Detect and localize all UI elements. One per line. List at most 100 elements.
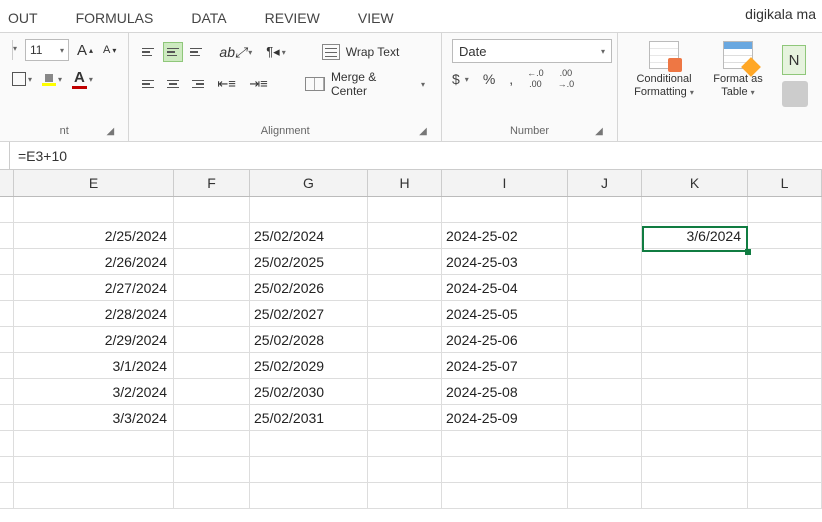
formula-input[interactable]: =E3+10 xyxy=(10,148,75,164)
decrease-decimal-button[interactable]: .00→.0 xyxy=(558,69,575,89)
increase-decimal-button[interactable]: ←.0.00 xyxy=(527,69,544,89)
row-header-cell[interactable] xyxy=(0,327,14,353)
percent-format-button[interactable]: % xyxy=(483,71,495,87)
cell-K[interactable] xyxy=(642,275,748,301)
cell-H[interactable] xyxy=(368,249,442,275)
column-header-J[interactable]: J xyxy=(568,170,642,196)
cell-G[interactable]: 25/02/2025 xyxy=(250,249,368,275)
cell-I[interactable] xyxy=(442,457,568,483)
cell-J[interactable] xyxy=(568,457,642,483)
cell-J[interactable] xyxy=(568,301,642,327)
row-header-cell[interactable] xyxy=(0,405,14,431)
cell-L[interactable] xyxy=(748,405,822,431)
tab-formulas[interactable]: FORMULAS xyxy=(76,10,154,26)
cell-K[interactable] xyxy=(642,353,748,379)
cell-E[interactable]: 3/3/2024 xyxy=(14,405,174,431)
column-header-E[interactable]: E xyxy=(14,170,174,196)
font-name-dropdown-edge[interactable]: ▾ xyxy=(12,40,17,60)
row-header-cell[interactable] xyxy=(0,379,14,405)
cell-F[interactable] xyxy=(174,353,250,379)
align-top-button[interactable] xyxy=(139,42,159,62)
tab-data[interactable]: DATA xyxy=(191,10,226,26)
align-right-button[interactable] xyxy=(187,74,207,94)
cell-E[interactable] xyxy=(14,431,174,457)
cell-I[interactable]: 2024-25-03 xyxy=(442,249,568,275)
cell-J[interactable] xyxy=(568,249,642,275)
cell-F[interactable] xyxy=(174,275,250,301)
row-header-cell[interactable] xyxy=(0,197,14,223)
cell-K[interactable] xyxy=(642,483,748,509)
column-header-G[interactable]: G xyxy=(250,170,368,196)
cell-I[interactable]: 2024-25-02 xyxy=(442,223,568,249)
cell-K[interactable] xyxy=(642,379,748,405)
cell-J[interactable] xyxy=(568,483,642,509)
accounting-format-button[interactable]: $▾ xyxy=(452,71,469,87)
cell-E[interactable] xyxy=(14,457,174,483)
cell-L[interactable] xyxy=(748,353,822,379)
cell-J[interactable] xyxy=(568,405,642,431)
cell-H[interactable] xyxy=(368,301,442,327)
cell-L[interactable] xyxy=(748,431,822,457)
cell-L[interactable] xyxy=(748,379,822,405)
cell-K[interactable] xyxy=(642,197,748,223)
number-format-dropdown[interactable]: Date ▾ xyxy=(452,39,612,63)
cell-J[interactable] xyxy=(568,223,642,249)
cell-E[interactable]: 2/26/2024 xyxy=(14,249,174,275)
fill-handle[interactable] xyxy=(745,249,751,255)
row-header-cell[interactable] xyxy=(0,431,14,457)
cell-E[interactable]: 3/1/2024 xyxy=(14,353,174,379)
cell-G[interactable]: 25/02/2029 xyxy=(250,353,368,379)
cell-K[interactable] xyxy=(642,301,748,327)
cell-G[interactable] xyxy=(250,457,368,483)
cell-L[interactable] xyxy=(748,301,822,327)
number-dialog-launcher[interactable]: ◢ xyxy=(593,125,605,137)
cell-K[interactable] xyxy=(642,431,748,457)
cell-I[interactable] xyxy=(442,431,568,457)
align-middle-button[interactable] xyxy=(163,42,183,62)
cell-E[interactable]: 3/2/2024 xyxy=(14,379,174,405)
border-button[interactable]: ▾ xyxy=(10,70,34,88)
cell-G[interactable]: 25/02/2024 xyxy=(250,223,368,249)
cell-I[interactable] xyxy=(442,197,568,223)
name-box-edge[interactable] xyxy=(0,142,10,169)
cell-F[interactable] xyxy=(174,405,250,431)
cell-J[interactable] xyxy=(568,197,642,223)
cell-G[interactable]: 25/02/2027 xyxy=(250,301,368,327)
cell-F[interactable] xyxy=(174,457,250,483)
wrap-text-button[interactable]: Wrap Text xyxy=(316,39,406,65)
cell-J[interactable] xyxy=(568,431,642,457)
cell-K[interactable] xyxy=(642,249,748,275)
cell-E[interactable]: 2/27/2024 xyxy=(14,275,174,301)
cell-H[interactable] xyxy=(368,457,442,483)
orientation-button[interactable]: ab⤢▾ xyxy=(217,42,254,63)
decrease-font-size-button[interactable]: A▾ xyxy=(101,42,118,58)
cell-F[interactable] xyxy=(174,431,250,457)
cell-H[interactable] xyxy=(368,275,442,301)
cell-G[interactable] xyxy=(250,431,368,457)
column-header-H[interactable]: H xyxy=(368,170,442,196)
cell-style-normal-button[interactable]: N xyxy=(782,45,806,75)
cell-E[interactable] xyxy=(14,197,174,223)
rtl-button[interactable]: ¶◂▾ xyxy=(264,42,288,62)
format-as-table-button[interactable]: Format asTable ▾ xyxy=(702,39,774,99)
cell-L[interactable] xyxy=(748,197,822,223)
font-color-button[interactable]: A▾ xyxy=(70,67,95,91)
fill-color-button[interactable]: ▾ xyxy=(40,70,64,88)
cell-J[interactable] xyxy=(568,275,642,301)
cell-F[interactable] xyxy=(174,197,250,223)
cell-G[interactable]: 25/02/2026 xyxy=(250,275,368,301)
tab-review[interactable]: REVIEW xyxy=(265,10,320,26)
cell-E[interactable]: 2/25/2024 xyxy=(14,223,174,249)
font-size-dropdown[interactable]: 11 ▾ xyxy=(25,39,69,61)
cell-H[interactable] xyxy=(368,353,442,379)
cell-F[interactable] xyxy=(174,223,250,249)
column-header-I[interactable]: I xyxy=(442,170,568,196)
tab-page-layout[interactable]: OUT xyxy=(8,10,38,26)
cell-H[interactable] xyxy=(368,483,442,509)
cell-G[interactable]: 25/02/2028 xyxy=(250,327,368,353)
align-left-button[interactable] xyxy=(139,74,159,94)
cell-L[interactable] xyxy=(748,457,822,483)
align-center-button[interactable] xyxy=(163,74,183,94)
cell-K[interactable] xyxy=(642,405,748,431)
row-header-edge[interactable] xyxy=(0,170,14,196)
